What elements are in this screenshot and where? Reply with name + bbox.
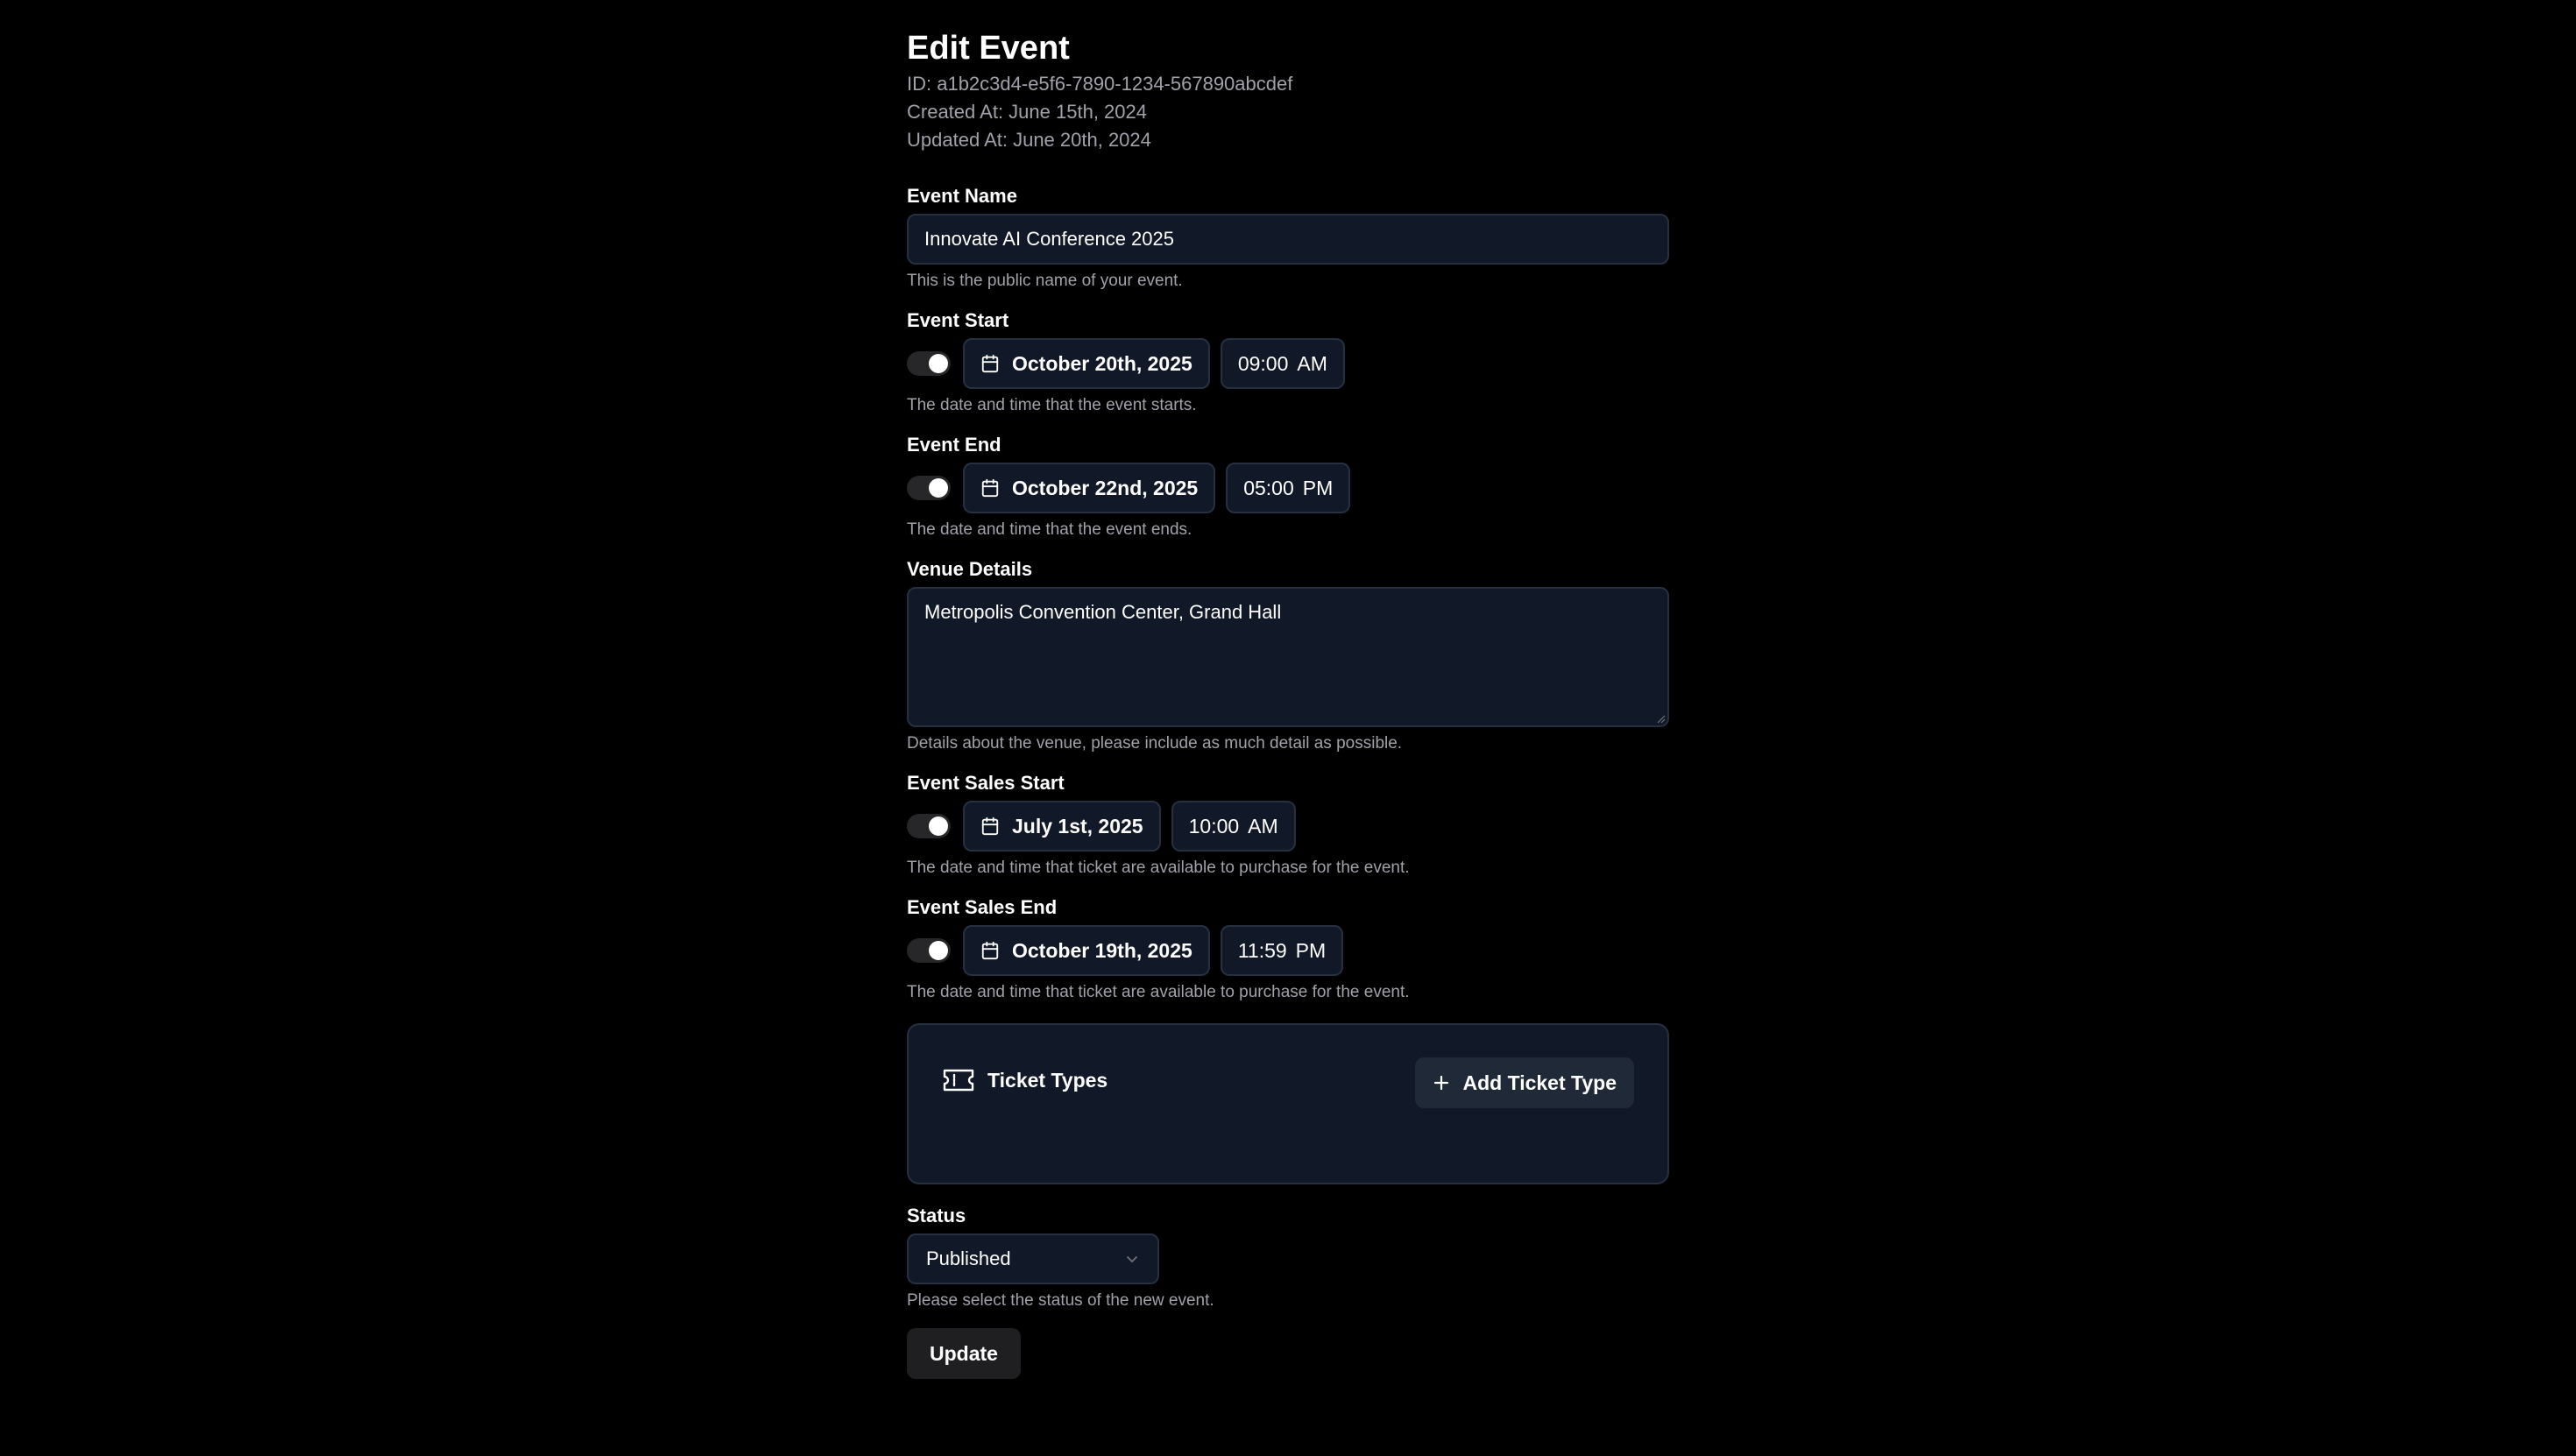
event-name-hint: This is the public name of your event.	[907, 272, 1183, 290]
event-end-toggle[interactable]	[907, 476, 951, 500]
toggle-knob	[929, 816, 948, 836]
calendar-icon	[981, 354, 999, 373]
event-start-date: October 20th, 2025	[1012, 351, 1192, 375]
event-start-field: Event Start October 20th, 2025 09:00 AM T…	[907, 308, 1669, 417]
calendar-icon	[981, 478, 999, 498]
event-name-label: Event Name	[907, 185, 1017, 207]
event-end-label: Event End	[907, 434, 1001, 456]
ticket-types-title: Ticket Types	[987, 1068, 1108, 1092]
event-end-time: 05:00	[1243, 476, 1294, 499]
updated-at: Updated At: June 20th, 2024	[907, 129, 1151, 151]
status-hint: Please select the status of the new even…	[907, 1291, 1214, 1310]
resize-handle-icon[interactable]	[1655, 713, 1666, 724]
sales-start-date: July 1st, 2025	[1012, 814, 1143, 838]
sales-end-ampm: PM	[1295, 938, 1327, 962]
sales-end-time: 11:59	[1237, 938, 1287, 962]
event-id: ID: a1b2c3d4-e5f6-7890-1234-567890abcdef	[907, 73, 1293, 95]
event-end-field: Event End October 22nd, 2025 05:00 PM The…	[907, 433, 1669, 541]
sales-start-time: 10:00	[1188, 814, 1240, 838]
add-ticket-type-button[interactable]: Add Ticket Type	[1415, 1057, 1634, 1108]
event-end-hint: The date and time that the event ends.	[907, 520, 1192, 539]
event-end-time-input[interactable]: 05:00 PM	[1226, 463, 1351, 513]
event-name-input[interactable]: Innovate AI Conference 2025	[907, 214, 1669, 265]
venue-value: Metropolis Convention Center, Grand Hall	[924, 601, 1282, 623]
page-title: Edit Event	[907, 30, 1070, 67]
venue-field: Venue Details Metropolis Convention Cent…	[907, 557, 1669, 755]
sales-end-date-button[interactable]: October 19th, 2025	[963, 925, 1210, 976]
chevron-down-icon	[1127, 1256, 1137, 1262]
ticket-types-card: Ticket Types Add Ticket Type	[907, 1023, 1669, 1184]
add-ticket-type-label: Add Ticket Type	[1462, 1071, 1617, 1094]
sales-end-date: October 19th, 2025	[1012, 938, 1192, 962]
created-at: Created At: June 15th, 2024	[907, 101, 1147, 123]
venue-textarea[interactable]: Metropolis Convention Center, Grand Hall	[907, 587, 1669, 727]
status-selected-value: Published	[926, 1247, 1011, 1269]
sales-start-time-input[interactable]: 10:00 AM	[1171, 801, 1296, 852]
sales-end-time-input[interactable]: 11:59 PM	[1220, 925, 1344, 976]
sales-start-field: Event Sales Start July 1st, 2025 10:00 AM…	[907, 771, 1669, 880]
sales-start-ampm: AM	[1248, 814, 1278, 838]
status-field: Status Published Please select the statu…	[907, 1204, 1669, 1312]
venue-hint: Details about the venue, please include …	[907, 734, 1403, 753]
sales-start-label: Event Sales Start	[907, 772, 1065, 794]
update-button[interactable]: Update	[907, 1328, 1021, 1379]
sales-start-hint: The date and time that ticket are availa…	[907, 859, 1410, 877]
toggle-knob	[929, 354, 948, 373]
event-start-ampm: AM	[1297, 351, 1327, 375]
sales-start-toggle[interactable]	[907, 814, 951, 838]
event-start-toggle[interactable]	[907, 351, 951, 376]
event-name-field: Event Name Innovate AI Conference 2025 T…	[907, 184, 1669, 293]
venue-label: Venue Details	[907, 558, 1033, 580]
toggle-knob	[929, 478, 948, 498]
sales-end-label: Event Sales End	[907, 896, 1058, 918]
event-start-time-input[interactable]: 09:00 AM	[1220, 338, 1345, 389]
plus-icon	[1434, 1075, 1449, 1091]
sales-end-toggle[interactable]	[907, 938, 951, 963]
event-end-date-button[interactable]: October 22nd, 2025	[963, 463, 1216, 513]
edit-event-form: Edit Event ID: a1b2c3d4-e5f6-7890-1234-5…	[907, 26, 1669, 1379]
event-start-label: Event Start	[907, 309, 1009, 331]
ticket-types-header: Ticket Types	[942, 1067, 1108, 1093]
event-start-date-button[interactable]: October 20th, 2025	[963, 338, 1210, 389]
status-select[interactable]: Published	[907, 1233, 1159, 1284]
calendar-icon	[981, 816, 999, 836]
event-end-ampm: PM	[1302, 476, 1334, 499]
status-label: Status	[907, 1205, 966, 1226]
event-start-time: 09:00	[1237, 351, 1289, 375]
calendar-icon	[981, 941, 999, 960]
sales-end-hint: The date and time that ticket are availa…	[907, 983, 1410, 1001]
event-start-hint: The date and time that the event starts.	[907, 396, 1197, 414]
sales-end-field: Event Sales End October 19th, 2025 11:59…	[907, 895, 1669, 1004]
sales-start-date-button[interactable]: July 1st, 2025	[963, 801, 1161, 852]
toggle-knob	[929, 941, 948, 960]
event-end-date: October 22nd, 2025	[1012, 476, 1199, 499]
ticket-icon	[943, 1069, 974, 1092]
